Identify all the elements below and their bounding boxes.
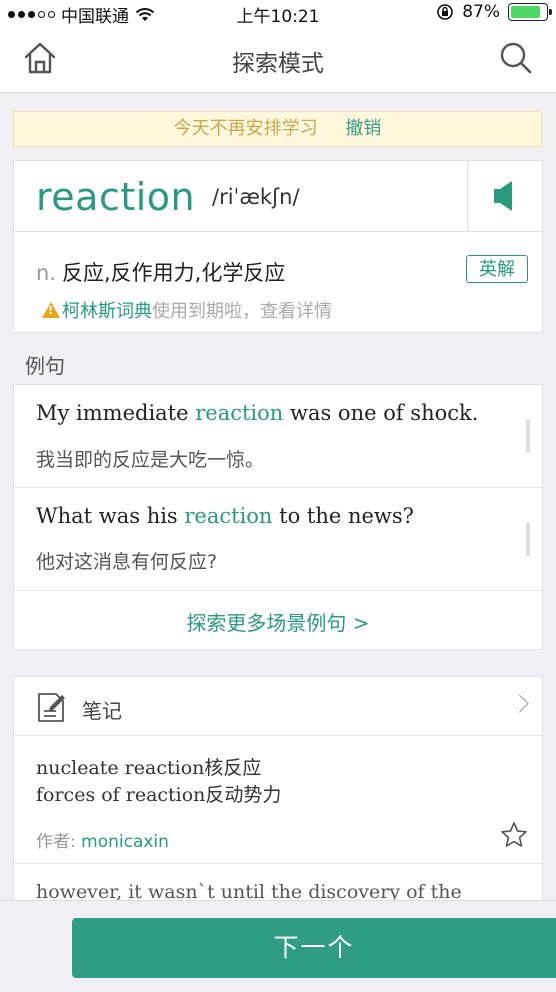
scroll-indicator	[526, 419, 530, 453]
example-sentence-en: My immediate reaction was one of shock.	[36, 401, 478, 425]
scroll-indicator	[526, 522, 530, 556]
divider	[14, 231, 542, 232]
divider	[14, 863, 542, 864]
part-of-speech: n.	[36, 261, 56, 285]
word-card: reaction /riˈækʃn/ n.反应,反作用力,化学反应 英解 柯林斯…	[13, 160, 543, 333]
examples-heading: 例句	[25, 354, 65, 378]
example-text: My immediate	[36, 401, 196, 425]
divider	[14, 590, 542, 591]
nav-bar: 探索模式	[0, 26, 556, 93]
battery-percent: 87%	[462, 2, 500, 22]
bottom-bar: 下一个	[0, 900, 556, 992]
english-definition-button[interactable]: 英解	[466, 255, 528, 283]
speaker-icon[interactable]	[492, 180, 518, 212]
example-text: What was his	[36, 504, 185, 528]
note-line: forces of reaction反动势力	[36, 784, 282, 806]
example-highlight: reaction	[184, 504, 273, 528]
schedule-banner: 今天不再安排学习 撤销	[13, 111, 542, 147]
definition-text: 反应,反作用力,化学反应	[62, 261, 286, 285]
notes-card: 笔记 nucleate reaction核反应 forces of reacti…	[13, 676, 543, 916]
author-name[interactable]: monicaxin	[81, 832, 169, 852]
headword: reaction	[36, 175, 196, 219]
battery-icon	[508, 3, 552, 21]
note-edit-icon	[38, 693, 65, 722]
undo-button[interactable]: 撤销	[345, 118, 381, 139]
phonetic: /riˈækʃn/	[212, 185, 300, 209]
note-author: 作者: monicaxin	[36, 827, 169, 852]
collins-notice[interactable]: 柯林斯词典使用到期啦，查看详情	[42, 297, 332, 323]
star-icon[interactable]	[500, 821, 528, 849]
examples-card: My immediate reaction was one of shock. …	[13, 384, 543, 650]
note-line: nucleate reaction核反应	[36, 757, 262, 779]
banner-message: 今天不再安排学习	[173, 118, 318, 139]
notes-heading: 笔记	[82, 699, 122, 723]
example-sentence-en: What was his reaction to the news?	[36, 504, 414, 528]
orientation-lock-icon	[437, 4, 454, 20]
example-sentence-zh: 他对这消息有何反应?	[36, 551, 218, 573]
search-icon[interactable]	[498, 40, 534, 76]
status-right: 87%	[436, 2, 552, 22]
divider	[467, 161, 468, 231]
status-bar: 中国联通 上午10:21 87%	[0, 0, 556, 27]
example-sentence-zh: 我当即的反应是大吃一惊。	[36, 449, 265, 471]
example-highlight: reaction	[195, 401, 284, 425]
next-button[interactable]: 下一个	[72, 918, 556, 978]
collins-note: 使用到期啦，查看详情	[152, 301, 332, 322]
page-title: 探索模式	[232, 51, 324, 77]
chevron-right-icon[interactable]	[510, 694, 529, 713]
example-text: was one of shock.	[283, 401, 479, 425]
example-text: to the news?	[272, 504, 414, 528]
collins-dict-label: 柯林斯词典	[62, 301, 152, 322]
author-label: 作者:	[36, 832, 76, 852]
more-examples-link[interactable]: 探索更多场景例句 >	[14, 607, 542, 636]
divider	[14, 487, 542, 488]
definition: n. 反应,反作用力,化学反应	[36, 257, 285, 287]
warning-icon	[42, 302, 60, 318]
divider	[14, 735, 542, 736]
